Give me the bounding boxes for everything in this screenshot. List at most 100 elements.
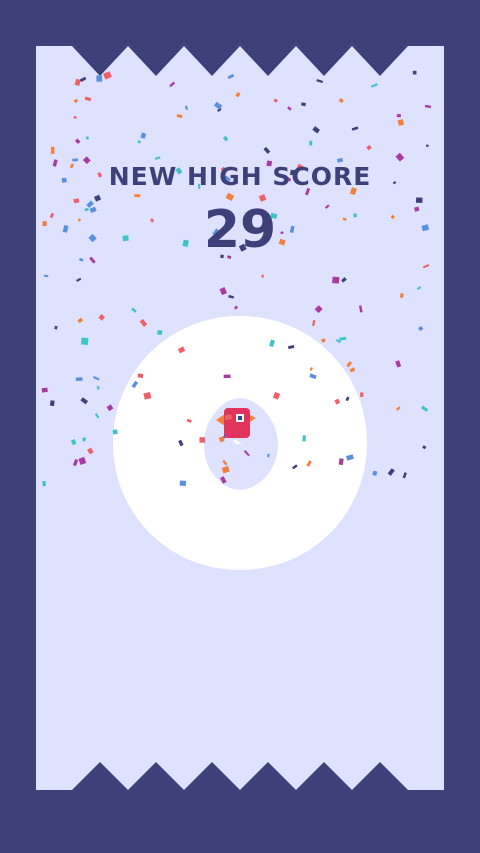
confetti-piece bbox=[395, 360, 402, 368]
confetti-piece bbox=[93, 376, 100, 381]
confetti-piece bbox=[112, 429, 118, 435]
confetti-particles bbox=[41, 70, 432, 487]
confetti-piece bbox=[106, 404, 114, 412]
confetti-piece bbox=[79, 76, 87, 83]
confetti-piece bbox=[418, 325, 424, 332]
confetti-piece bbox=[224, 414, 233, 421]
confetti-piece bbox=[222, 433, 227, 439]
score-value: 29 bbox=[203, 200, 277, 260]
confetti-piece bbox=[87, 447, 94, 455]
confetti-piece bbox=[80, 337, 89, 345]
confetti-piece bbox=[263, 146, 271, 154]
confetti-piece bbox=[75, 377, 83, 382]
confetti-piece bbox=[287, 106, 292, 111]
confetti-piece bbox=[397, 119, 405, 126]
confetti-piece bbox=[366, 144, 372, 151]
confetti-piece bbox=[316, 79, 324, 84]
confetti-piece bbox=[179, 480, 187, 487]
confetti-piece bbox=[169, 81, 176, 88]
confetti-piece bbox=[213, 101, 223, 110]
confetti-piece bbox=[219, 287, 228, 296]
confetti-piece bbox=[341, 277, 347, 283]
confetti-piece bbox=[426, 144, 429, 147]
confetti-piece bbox=[227, 73, 235, 80]
confetti-piece bbox=[358, 305, 363, 313]
confetti-piece bbox=[338, 98, 344, 104]
confetti-piece bbox=[314, 305, 323, 314]
confetti-piece bbox=[312, 319, 316, 327]
confetti-piece bbox=[49, 400, 55, 407]
confetti-piece bbox=[72, 459, 79, 467]
confetti-piece bbox=[139, 318, 148, 327]
confetti-piece bbox=[131, 307, 137, 313]
confetti-piece bbox=[309, 367, 314, 371]
confetti-piece bbox=[177, 346, 186, 354]
confetti-piece bbox=[74, 138, 81, 144]
confetti-piece bbox=[422, 445, 427, 450]
confetti-piece bbox=[292, 464, 298, 470]
confetti-piece bbox=[103, 71, 112, 80]
confetti-piece bbox=[372, 470, 378, 476]
confetti-piece bbox=[81, 437, 87, 442]
confetti-piece bbox=[223, 374, 231, 379]
confetti-piece bbox=[54, 325, 58, 330]
confetti-piece bbox=[273, 98, 278, 103]
confetti-piece bbox=[235, 91, 241, 98]
confetti-piece bbox=[395, 406, 401, 411]
confetti-piece bbox=[222, 135, 229, 142]
confetti-piece bbox=[360, 392, 364, 397]
confetti-piece bbox=[186, 418, 192, 423]
confetti-piece bbox=[98, 314, 106, 321]
confetti-piece bbox=[334, 398, 341, 405]
confetti-piece bbox=[412, 70, 417, 75]
confetti-piece bbox=[345, 396, 350, 402]
confetti-piece bbox=[287, 345, 295, 350]
confetti-piece bbox=[73, 116, 77, 119]
confetti-piece bbox=[221, 466, 230, 474]
confetti-piece bbox=[312, 126, 321, 134]
confetti-piece bbox=[42, 480, 46, 487]
confetti-piece bbox=[346, 361, 353, 368]
confetti-piece bbox=[96, 75, 103, 82]
confetti-piece bbox=[85, 136, 89, 140]
confetti-piece bbox=[184, 105, 189, 111]
confetti-piece bbox=[43, 274, 49, 278]
confetti-piece bbox=[74, 78, 81, 86]
confetti-piece bbox=[420, 405, 429, 412]
confetti-piece bbox=[267, 453, 270, 458]
confetti-piece bbox=[306, 460, 312, 467]
confetti-piece bbox=[134, 194, 141, 197]
confetti-piece bbox=[272, 391, 281, 400]
confetti-piece bbox=[137, 373, 144, 379]
confetti-piece bbox=[143, 392, 152, 400]
confetti-piece bbox=[78, 456, 87, 466]
confetti-piece bbox=[399, 293, 404, 299]
game-screen[interactable]: NEW HIGH SCORE 29 bbox=[0, 0, 480, 853]
confetti-piece bbox=[222, 459, 228, 466]
confetti-piece bbox=[422, 264, 430, 269]
confetti-piece bbox=[402, 472, 407, 479]
confetti-piece bbox=[154, 156, 161, 160]
confetti-piece bbox=[309, 373, 317, 380]
confetti-piece bbox=[261, 274, 264, 278]
confetti-piece bbox=[41, 387, 48, 393]
confetti-piece bbox=[349, 367, 356, 373]
confetti-piece bbox=[321, 338, 326, 343]
confetti-piece bbox=[302, 435, 306, 442]
confetti-piece bbox=[345, 454, 354, 461]
confetti-piece bbox=[269, 339, 275, 347]
confetti-piece bbox=[94, 413, 100, 419]
confetti-piece bbox=[395, 152, 405, 162]
confetti-piece bbox=[73, 98, 79, 104]
confetti-piece bbox=[84, 96, 92, 102]
confetti-piece bbox=[228, 294, 235, 299]
confetti-piece bbox=[300, 102, 307, 107]
confetti-piece bbox=[137, 139, 142, 144]
confetti-piece bbox=[370, 83, 378, 88]
confetti-piece bbox=[140, 132, 147, 139]
confetti-piece bbox=[220, 476, 227, 484]
confetti-piece bbox=[70, 439, 77, 446]
confetti-piece bbox=[96, 385, 100, 390]
confetti-piece bbox=[339, 336, 347, 341]
confetti-piece bbox=[243, 450, 250, 457]
